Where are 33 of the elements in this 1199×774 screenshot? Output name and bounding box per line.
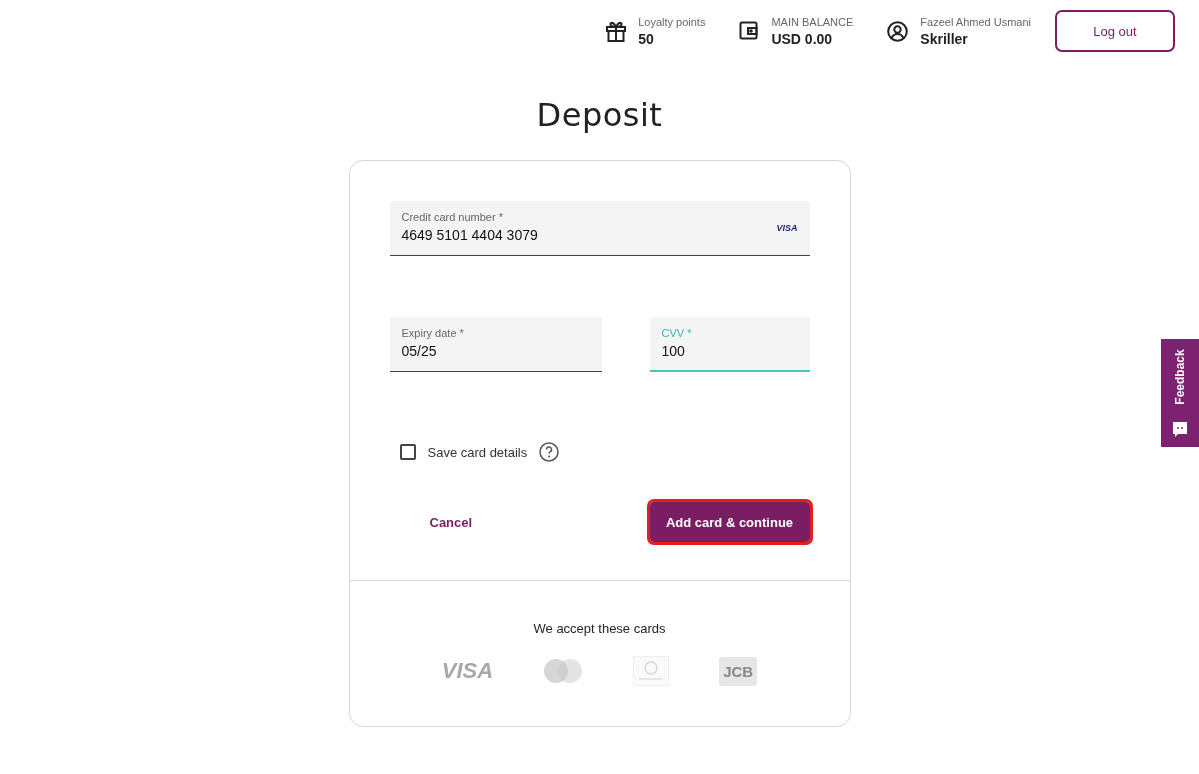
field-value: 4649 5101 4404 3079: [401, 227, 538, 243]
mastercard-logo: [543, 658, 584, 684]
user-icon: [887, 20, 909, 42]
input-field[interactable]: Expiry date * 05/25: [389, 317, 602, 372]
stat-label: Fazeel Ahmed Usmani: [920, 15, 1031, 28]
gift-icon: [606, 20, 627, 42]
stat-label: Loyalty points: [638, 15, 706, 28]
cancel-button[interactable]: Cancel: [389, 504, 513, 540]
checkbox[interactable]: [399, 444, 416, 460]
stat-value: USD 0.00: [771, 30, 834, 47]
diners-logo: [633, 656, 670, 686]
help-icon[interactable]: [539, 442, 560, 462]
visa-logo: VISA: [441, 658, 494, 684]
wallet-icon: [739, 21, 760, 41]
field-label: CVV *: [661, 327, 693, 339]
field-value: 05/25: [401, 343, 437, 359]
input-field[interactable]: CVV * 100: [649, 317, 810, 372]
stat-value: Skriller: [920, 30, 969, 47]
feedback-tab[interactable]: Feedback: [1161, 339, 1199, 447]
page-title: Deposit: [536, 96, 663, 134]
field-value: 100: [661, 343, 685, 359]
accepted-cards-heading: We accept these cards: [533, 621, 666, 636]
stat-label: MAIN BALANCE: [771, 15, 854, 28]
jcb-logo: JCB: [719, 656, 758, 686]
field-label: Credit card number *: [401, 211, 504, 223]
checkbox-label: Save card details: [427, 444, 528, 460]
field-label: Expiry date *: [401, 327, 465, 339]
logout-button[interactable]: Log out: [1055, 10, 1175, 52]
chat-icon: [1172, 421, 1188, 437]
input-field[interactable]: Credit card number * 4649 5101 4404 3079 VISA: [389, 201, 810, 256]
stat-value: 50: [638, 30, 655, 47]
add-card-button[interactable]: Add card & continue: [649, 502, 810, 542]
visa-logo: VISA: [776, 223, 798, 233]
